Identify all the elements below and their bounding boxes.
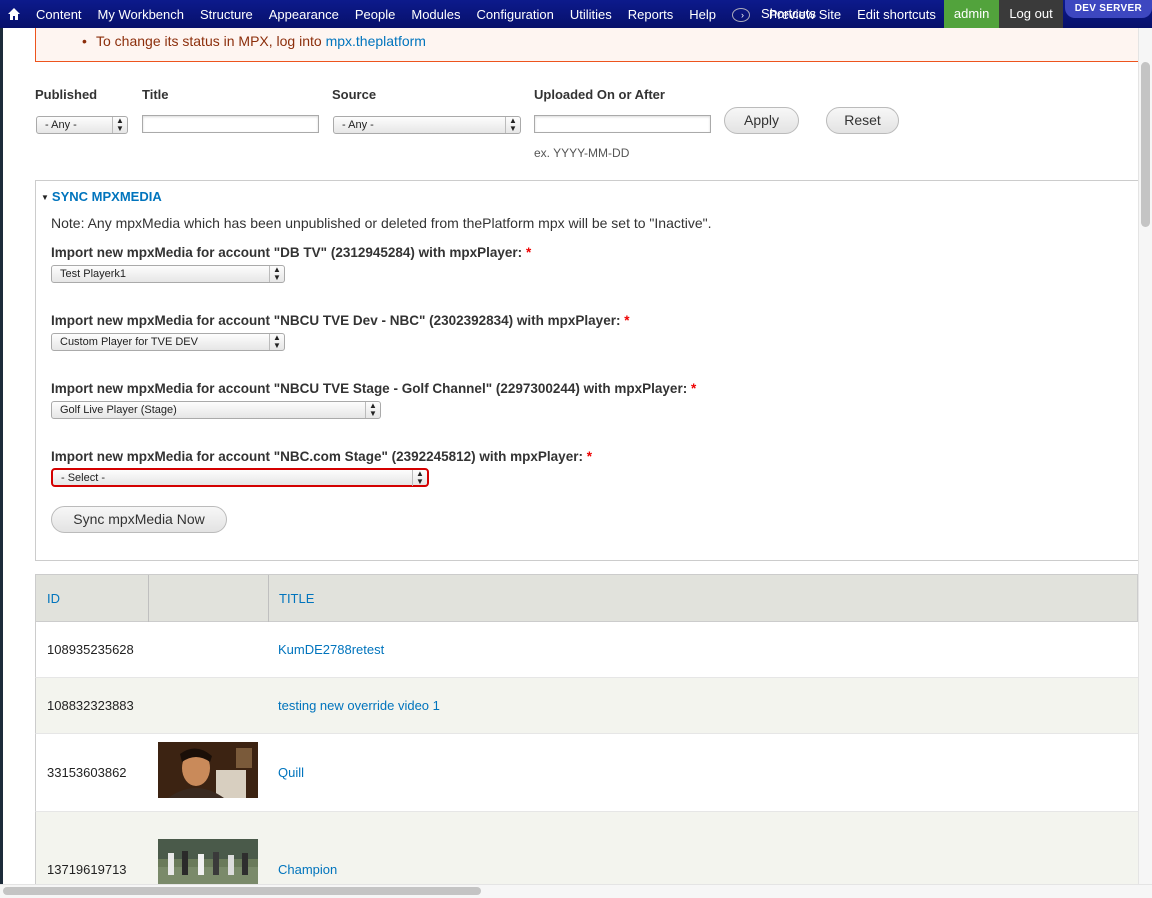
title-input[interactable] xyxy=(142,115,319,133)
account-label-1: Import new mpxMedia for account "DB TV" … xyxy=(51,245,531,260)
message-line: To change its status in MPX, log into mp… xyxy=(82,33,426,49)
sync-legend[interactable]: ▼ SYNC MPXMEDIA xyxy=(41,189,162,204)
account-label-text: Import new mpxMedia for account "NBCU TV… xyxy=(51,313,621,328)
player-select-value: Golf Live Player (Stage) xyxy=(60,404,177,416)
account-label-text: Import new mpxMedia for account "NBC.com… xyxy=(51,449,583,464)
row-title-link[interactable]: testing new override video 1 xyxy=(278,698,440,713)
menu-utilities[interactable]: Utilities xyxy=(562,7,620,22)
message-text: To change its status in MPX, log into xyxy=(96,33,326,49)
player-select-4[interactable]: - Select - ▲ ▼ xyxy=(51,468,429,487)
menu-content[interactable]: Content xyxy=(28,7,90,22)
date-format-hint: ex. YYYY-MM-DD xyxy=(534,146,630,160)
published-value: - Any - xyxy=(45,119,77,131)
title-label: Title xyxy=(142,87,169,102)
source-select[interactable]: - Any - ▲ ▼ xyxy=(333,116,521,134)
edit-shortcuts-link[interactable]: Edit shortcuts xyxy=(849,7,944,22)
row-title-link[interactable]: Champion xyxy=(278,862,337,877)
player-select-3[interactable]: Golf Live Player (Stage) ▲ ▼ xyxy=(51,401,381,419)
uploaded-label: Uploaded On or After xyxy=(534,87,665,102)
chevron-right-icon: › xyxy=(732,7,751,22)
select-arrows-icon: ▲ ▼ xyxy=(412,470,427,486)
error-message: To change its status in MPX, log into mp… xyxy=(35,28,1145,62)
admin-toolbar: Content My Workbench Structure Appearanc… xyxy=(0,0,1152,28)
row-title-link[interactable]: KumDE2788retest xyxy=(278,642,384,657)
menu-configuration[interactable]: Configuration xyxy=(469,7,562,22)
menu-appearance[interactable]: Appearance xyxy=(261,7,347,22)
left-edge xyxy=(0,28,3,898)
title-column-header[interactable]: TITLE xyxy=(279,575,314,623)
preview-site-link[interactable]: Preview Site xyxy=(761,7,849,22)
published-label: Published xyxy=(35,87,98,102)
player-select-value: - Select - xyxy=(61,472,106,484)
account-label-text: Import new mpxMedia for account "NBCU TV… xyxy=(51,381,688,396)
required-marker: * xyxy=(690,381,697,396)
player-select-1[interactable]: Test Playerk1 ▲ ▼ xyxy=(51,265,285,283)
source-value: - Any - xyxy=(342,119,374,131)
menu-my-workbench[interactable]: My Workbench xyxy=(90,7,192,22)
uploaded-date-input[interactable] xyxy=(534,115,711,133)
menu-structure[interactable]: Structure xyxy=(192,7,261,22)
account-label-2: Import new mpxMedia for account "NBCU TV… xyxy=(51,313,629,328)
required-marker: * xyxy=(586,449,592,464)
sync-note: Note: Any mpxMedia which has been unpubl… xyxy=(51,215,712,231)
apply-button[interactable]: Apply xyxy=(724,107,799,134)
table-row: 108832323883 testing new override video … xyxy=(35,678,1138,734)
select-arrows-icon: ▲ ▼ xyxy=(112,117,127,133)
logout-link[interactable]: Log out xyxy=(999,0,1063,28)
menu-people[interactable]: People xyxy=(347,7,403,22)
reset-button[interactable]: Reset xyxy=(826,107,899,134)
row-id: 13719619713 xyxy=(47,862,127,877)
table-row: 108935235628 KumDE2788retest xyxy=(35,622,1138,678)
mpx-link[interactable]: mpx.theplatform xyxy=(326,33,426,49)
row-id: 108832323883 xyxy=(47,698,134,713)
menu-reports[interactable]: Reports xyxy=(620,7,682,22)
table-header: ID TITLE xyxy=(35,574,1138,623)
column-divider xyxy=(148,575,149,623)
sync-legend-label: SYNC MPXMEDIA xyxy=(51,189,162,204)
select-arrows-icon: ▲ ▼ xyxy=(365,402,380,418)
toolbar-menu: Content My Workbench Structure Appearanc… xyxy=(28,0,832,28)
required-marker: * xyxy=(525,245,532,260)
select-arrows-icon: ▲ ▼ xyxy=(269,334,284,350)
triangle-down-icon: ▼ xyxy=(41,193,49,202)
published-select[interactable]: - Any - ▲ ▼ xyxy=(36,116,128,134)
vertical-scroll-thumb[interactable] xyxy=(1141,62,1150,227)
video-thumbnail[interactable] xyxy=(158,742,258,798)
account-label-4: Import new mpxMedia for account "NBC.com… xyxy=(51,449,592,464)
menu-modules[interactable]: Modules xyxy=(403,7,468,22)
account-label-text: Import new mpxMedia for account "DB TV" … xyxy=(51,245,523,260)
column-divider xyxy=(268,575,269,623)
table-row: 33153603862 Quill xyxy=(35,734,1138,812)
menu-help[interactable]: Help xyxy=(681,7,724,22)
horizontal-scroll-thumb[interactable] xyxy=(3,887,481,895)
player-select-value: Test Playerk1 xyxy=(60,268,127,280)
required-marker: * xyxy=(624,313,630,328)
sync-fieldset xyxy=(35,180,1145,561)
player-select-2[interactable]: Custom Player for TVE DEV ▲ ▼ xyxy=(51,333,285,351)
toolbar-right: Preview Site Edit shortcuts admin Log ou… xyxy=(769,0,1152,28)
id-column-header[interactable]: ID xyxy=(47,575,60,623)
source-label: Source xyxy=(332,87,377,102)
dev-server-badge: DEV SERVER xyxy=(1064,0,1152,18)
row-id: 108935235628 xyxy=(47,642,134,657)
home-icon[interactable] xyxy=(0,0,28,28)
row-id: 33153603862 xyxy=(47,765,127,780)
select-arrows-icon: ▲ ▼ xyxy=(505,117,520,133)
video-thumbnail[interactable] xyxy=(158,839,258,884)
table-row: 13719619713 Champion xyxy=(35,812,1138,886)
sync-now-button[interactable]: Sync mpxMedia Now xyxy=(51,506,227,533)
player-select-value: Custom Player for TVE DEV xyxy=(60,336,198,348)
row-title-link[interactable]: Quill xyxy=(278,765,304,780)
account-label-3: Import new mpxMedia for account "NBCU TV… xyxy=(51,381,696,396)
select-arrows-icon: ▲ ▼ xyxy=(269,266,284,282)
user-link[interactable]: admin xyxy=(943,0,1000,28)
